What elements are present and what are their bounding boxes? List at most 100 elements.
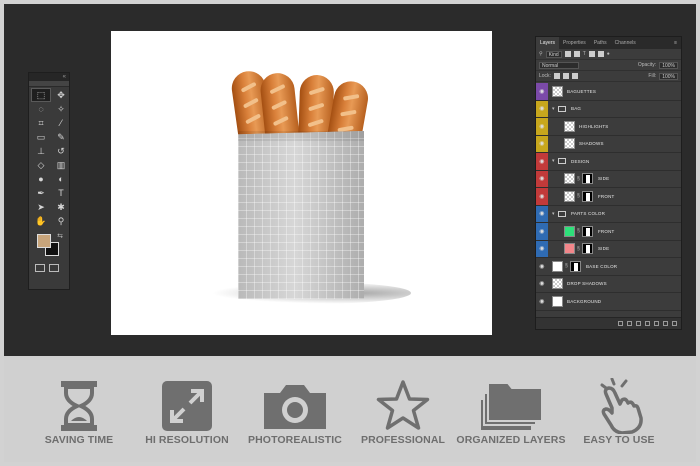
filter-toggle-icon[interactable]: ● [607, 51, 610, 57]
filter-smart-icon[interactable] [597, 51, 604, 57]
type-tool[interactable]: T [52, 187, 70, 199]
filter-kind-select[interactable]: Kind [545, 50, 562, 58]
history-brush-tool[interactable]: ↺ [52, 145, 70, 157]
clone-stamp-tool[interactable]: ⊥ [32, 145, 50, 157]
layer-row[interactable]: ◉ ▾ DESIGN [536, 153, 681, 171]
move-tool[interactable]: ✥ [52, 89, 70, 101]
swap-colors-icon[interactable]: ⇆ [57, 232, 63, 240]
visibility-eye-icon[interactable]: ◉ [536, 101, 548, 118]
link-layers-icon[interactable] [618, 321, 623, 326]
visibility-eye-icon[interactable]: ◉ [536, 171, 548, 188]
dodge-tool[interactable]: ◐ [52, 173, 70, 185]
layer-row[interactable]: ◉ BAGUETTES [536, 83, 681, 101]
tool-grid: ⬚ ✥ ◌ ✧ ⌗ ⁄ ▭ ✎ ⊥ ↺ ◇ ▥ ● ◐ ✒ T ➤ ✱ ✋ ⚲ [29, 87, 69, 229]
visibility-eye-icon[interactable]: ◉ [536, 118, 548, 135]
layer-mask-thumbnail[interactable] [581, 190, 593, 202]
visibility-eye-icon[interactable]: ◉ [536, 223, 548, 240]
layer-mask-thumbnail[interactable] [569, 260, 581, 272]
rectangular-marquee-tool[interactable]: ⬚ [31, 88, 51, 102]
tab-layers[interactable]: Layers [536, 37, 560, 49]
layer-row[interactable]: ◉ ▾ BAG [536, 100, 681, 118]
lock-all-icon[interactable] [571, 73, 578, 79]
panel-menu-icon[interactable]: ≡ [674, 40, 681, 46]
layer-row[interactable]: ◉ ▾ PARTS COLOR [536, 205, 681, 223]
filter-type-icon[interactable]: T [583, 51, 586, 57]
layer-mask-thumbnail[interactable] [581, 173, 593, 185]
lock-pixels-icon[interactable] [553, 73, 560, 79]
lock-position-icon[interactable] [562, 73, 569, 79]
add-mask-icon[interactable] [636, 321, 641, 326]
quick-mask-icon[interactable] [35, 264, 45, 272]
adjustment-layer-icon[interactable] [645, 321, 650, 326]
layer-name: PARTS COLOR [571, 211, 606, 217]
layer-row[interactable]: ◉ § SIDE [536, 240, 681, 258]
filter-shape-icon[interactable] [588, 51, 595, 57]
layer-row[interactable]: ◉ § FRONT [536, 223, 681, 241]
chain-link-icon[interactable]: § [565, 263, 568, 269]
brush-tool[interactable]: ✎ [52, 131, 70, 143]
visibility-eye-icon[interactable]: ◉ [536, 136, 548, 153]
hourglass-icon [24, 378, 134, 434]
document-canvas[interactable] [111, 31, 492, 335]
layer-thumbnail [552, 260, 563, 272]
feature-label: PHOTOREALISTIC [248, 434, 342, 446]
search-icon: ⚲ [539, 51, 543, 57]
feature-bar: SAVING TIME HI RESOLUTION PHOTOREALISTIC PR… [4, 358, 696, 462]
screen-mode-icon[interactable] [49, 264, 59, 272]
magic-wand-tool[interactable]: ✧ [52, 103, 70, 115]
layer-mask-thumbnail[interactable] [581, 243, 593, 255]
layer-row[interactable]: ◉ SHADOWS [536, 135, 681, 153]
new-layer-icon[interactable] [663, 321, 668, 326]
layer-thumbnail [552, 278, 563, 290]
tab-properties[interactable]: Properties [559, 37, 590, 49]
visibility-eye-icon[interactable]: ◉ [536, 293, 548, 310]
hand-tool[interactable]: ✋ [32, 215, 50, 227]
filter-adjustment-icon[interactable] [573, 51, 580, 57]
visibility-eye-icon[interactable]: ◉ [536, 258, 548, 275]
tools-panel-header[interactable]: « [29, 73, 69, 81]
filter-pixel-icon[interactable] [564, 51, 571, 57]
layer-row[interactable]: ◉ BACKGROUND [536, 293, 681, 311]
chain-link-icon[interactable]: § [577, 193, 580, 199]
layer-row[interactable]: ◉ DROP SHADOWS [536, 276, 681, 293]
tab-channels[interactable]: Channels [611, 37, 640, 49]
layer-mask-thumbnail[interactable] [581, 225, 593, 237]
visibility-eye-icon[interactable]: ◉ [536, 206, 548, 223]
visibility-eye-icon[interactable]: ◉ [536, 83, 548, 100]
layer-thumbnail [564, 120, 575, 132]
eraser-tool[interactable]: ◇ [32, 159, 50, 171]
blend-mode-select[interactable]: Normal [539, 61, 579, 69]
collapse-icon[interactable]: « [63, 74, 66, 80]
new-group-icon[interactable] [654, 321, 659, 326]
visibility-eye-icon[interactable]: ◉ [536, 276, 548, 293]
layer-row[interactable]: ◉ HIGHLIGHTS [536, 118, 681, 136]
path-selection-tool[interactable]: ➤ [32, 201, 50, 213]
blur-tool[interactable]: ● [32, 173, 50, 185]
foreground-color-swatch[interactable] [37, 234, 51, 248]
visibility-eye-icon[interactable]: ◉ [536, 188, 548, 205]
lasso-tool[interactable]: ◌ [32, 103, 50, 115]
visibility-eye-icon[interactable]: ◉ [536, 153, 548, 170]
layer-name: BAGUETTES [567, 88, 597, 94]
visibility-eye-icon[interactable]: ◉ [536, 241, 548, 258]
gradient-tool[interactable]: ▥ [52, 159, 70, 171]
layer-style-icon[interactable] [627, 321, 632, 326]
layer-row[interactable]: ◉ § BASE COLOR [536, 258, 681, 276]
eyedropper-tool[interactable]: ⁄ [52, 117, 70, 129]
layer-row[interactable]: ◉ § FRONT [536, 188, 681, 206]
chain-link-icon[interactable]: § [577, 228, 580, 234]
healing-brush-tool[interactable]: ▭ [32, 131, 50, 143]
zoom-tool[interactable]: ⚲ [52, 215, 70, 227]
layer-row[interactable]: ◉ § SIDE [536, 170, 681, 188]
chain-link-icon[interactable]: § [577, 246, 580, 252]
delete-layer-icon[interactable] [672, 321, 677, 326]
tab-paths[interactable]: Paths [590, 37, 611, 49]
layer-thumbnail [564, 225, 575, 237]
opacity-input[interactable]: 100% [659, 61, 678, 69]
crop-tool[interactable]: ⌗ [32, 117, 50, 129]
fill-input[interactable]: 100% [659, 72, 678, 80]
chain-link-icon[interactable]: § [577, 176, 580, 182]
pen-tool[interactable]: ✒ [32, 187, 50, 199]
layer-name: SHADOWS [579, 141, 604, 147]
custom-shape-tool[interactable]: ✱ [52, 201, 70, 213]
